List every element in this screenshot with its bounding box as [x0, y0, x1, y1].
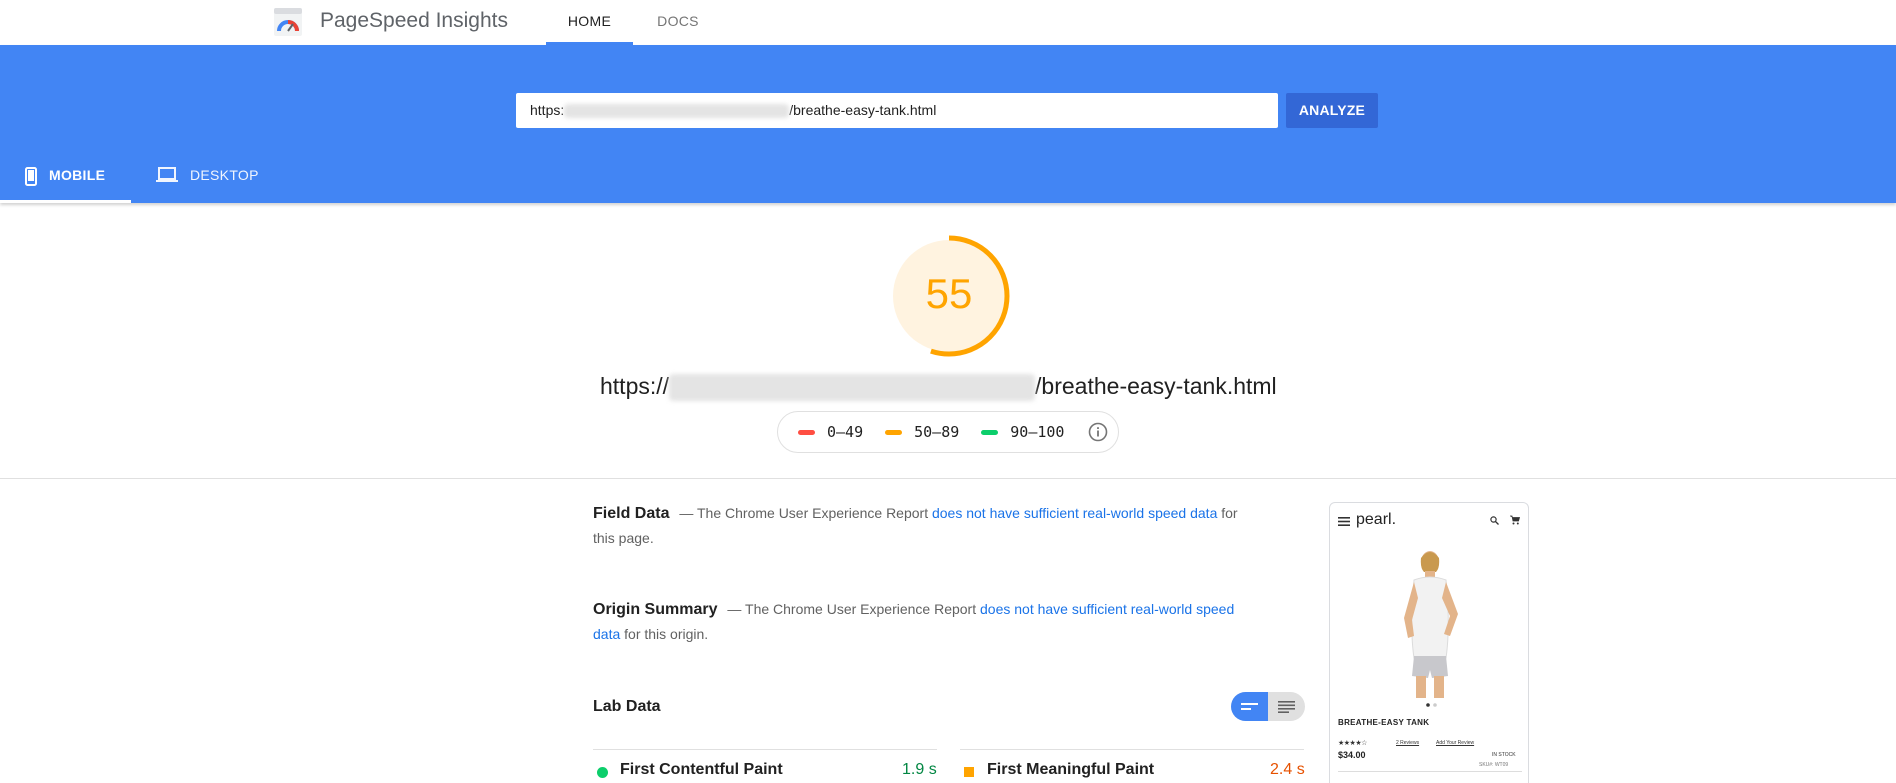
score-legend: 0–49 50–89 90–100 [777, 411, 1119, 453]
field-data-text: — The Chrome User Experience Report [679, 505, 929, 521]
url-input[interactable]: https: /breathe-easy-tank.html [516, 93, 1278, 128]
metric-value-fcp: 1.9 s [902, 761, 937, 778]
pagespeed-logo-icon [274, 8, 302, 36]
legend-label: 90–100 [1010, 423, 1065, 441]
app-title: PageSpeed Insights [320, 9, 508, 32]
url-suffix: /breathe-easy-tank.html [789, 102, 937, 118]
stock-status: IN STOCK [1492, 752, 1516, 758]
legend-item-pass: 90–100 [981, 423, 1064, 441]
expanded-view-icon[interactable] [1278, 700, 1295, 713]
rating-stars-icon: ★★★★☆ [1338, 740, 1367, 747]
url-prefix: https: [530, 102, 565, 118]
preview-divider [1338, 771, 1522, 772]
legend-green-bar [981, 429, 999, 435]
field-data-link[interactable]: does not have sufficient real-world spee… [932, 505, 1217, 521]
cart-icon [1510, 515, 1520, 525]
tab-mobile[interactable]: MOBILE [0, 167, 131, 203]
product-name: BREATHE-EASY TANK [1338, 718, 1430, 727]
product-price: $34.00 [1338, 750, 1366, 760]
tab-desktop-label: DESKTOP [190, 167, 259, 183]
nav-tab-home[interactable]: HOME [546, 0, 633, 45]
view-toggle[interactable] [1231, 692, 1305, 721]
metric-value-fmp: 2.4 s [1270, 761, 1305, 778]
legend-red-bar [798, 429, 815, 435]
legend-item-average: 50–89 [885, 423, 959, 441]
redacted-domain [669, 374, 1036, 402]
legend-orange-bar [885, 429, 903, 435]
laptop-icon [156, 167, 178, 182]
performance-score: 55 [925, 270, 973, 317]
metric-name-fcp: First Contentful Paint [620, 761, 783, 778]
hamburger-menu-icon [1338, 517, 1350, 526]
metric-name-fmp: First Meaningful Paint [987, 761, 1155, 778]
compact-view-icon [1241, 703, 1258, 710]
reviews-link: 2 Reviews [1396, 740, 1420, 746]
lab-data-heading: Lab Data [593, 698, 661, 715]
tab-desktop[interactable]: DESKTOP [156, 167, 296, 203]
top-header: PageSpeed Insights HOME DOCS [0, 0, 1896, 45]
origin-summary-suffix: for this origin. [624, 626, 709, 642]
legend-label: 50–89 [914, 423, 960, 441]
origin-summary-text: — The Chrome User Experience Report [727, 601, 977, 617]
tab-mobile-label: MOBILE [49, 167, 106, 183]
add-review-link: Add Your Review [1436, 740, 1475, 746]
analyzed-url-suffix: /breathe-easy-tank.html [1035, 373, 1277, 399]
metric-divider [593, 749, 937, 750]
origin-summary-heading: Origin Summary [593, 601, 718, 618]
nav-tab-docs[interactable]: DOCS [640, 0, 716, 45]
analyze-button[interactable]: ANALYZE [1286, 93, 1378, 128]
carousel-dots[interactable] [1425, 703, 1439, 707]
field-data-heading: Field Data [593, 505, 670, 522]
redacted-domain [564, 104, 790, 119]
pass-indicator-icon [597, 767, 608, 778]
info-icon[interactable] [1088, 422, 1108, 442]
analyzed-url: https:// /breathe-easy-tank.html [600, 373, 1277, 402]
store-brand: pearl. [1356, 511, 1397, 528]
metric-divider [960, 749, 1304, 750]
section-divider [0, 478, 1896, 479]
field-data-section: Field Data — The Chrome User Experience … [593, 501, 1253, 550]
origin-summary-section: Origin Summary — The Chrome User Experie… [593, 597, 1253, 646]
analyzed-url-prefix: https:// [600, 373, 670, 399]
page-screenshot-preview: pearl. BREATHE-EASY TANK ★★★★☆ 2 Reviews… [1329, 502, 1529, 783]
phone-icon [25, 167, 37, 186]
search-icon [1490, 516, 1499, 525]
legend-label: 0–49 [827, 423, 864, 441]
search-band: https: /breathe-easy-tank.html ANALYZE MO… [0, 45, 1896, 203]
average-indicator-icon [964, 767, 974, 777]
legend-item-fail: 0–49 [798, 423, 863, 441]
product-sku: SKU#: WT09 [1479, 762, 1509, 768]
product-photo [1404, 551, 1458, 698]
